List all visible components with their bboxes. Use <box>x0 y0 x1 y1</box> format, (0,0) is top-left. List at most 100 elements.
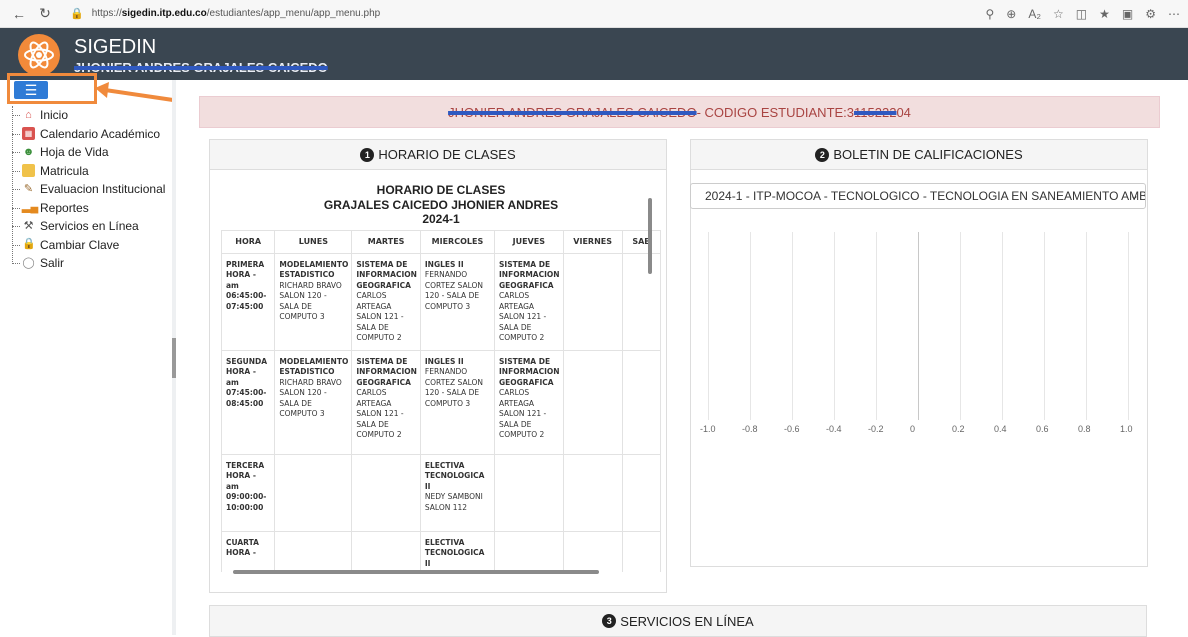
sidebar-item-label: Inicio <box>40 108 69 123</box>
sidebar-item-calendario[interactable]: ▦ Calendario Académico <box>12 125 165 144</box>
sidebar-item-label: Matricula <box>40 163 89 178</box>
hour-cell: PRIMERA HORA - am 06:45:00- 07:45:00 <box>221 252 276 351</box>
course-name: SISTEMA DE INFORMACION GEOGRAFICA <box>499 356 560 387</box>
chart-tick-label: 0 <box>910 424 916 434</box>
course-detail: CARLOS ARTEAGA SALON 121 - SALA DE COMPU… <box>499 388 547 439</box>
exit-icon: ◯ <box>22 256 35 269</box>
course-detail: FERNANDO CORTEZ SALON 120 - SALA DE COMP… <box>424 270 483 311</box>
chart-tick-label: 0.4 <box>994 424 1007 434</box>
schedule-vertical-scrollbar[interactable] <box>647 188 653 566</box>
annotation-highlight <box>7 73 97 104</box>
chart-gridline <box>960 232 961 420</box>
sidebar-item-matricula[interactable]: Matricula <box>12 162 165 181</box>
course-name: ELECTIVA TECNOLOGICA II <box>424 537 485 568</box>
scrollbar-thumb[interactable] <box>648 198 652 274</box>
course-detail: CARLOS ARTEAGA SALON 121 - SALA DE COMPU… <box>499 291 547 342</box>
chart-gridline <box>708 232 709 420</box>
course-detail: NEDY SAMBONI SALON 112 <box>424 492 483 512</box>
class-cell: INGLES II FERNANDO CORTEZ SALON 120 - SAL… <box>419 349 496 455</box>
back-icon[interactable]: ← <box>8 4 30 24</box>
more-icon[interactable]: ⋯ <box>1168 7 1180 21</box>
period-select[interactable]: 2024-1 - ITP-MOCOA - TECNOLOGICO - TECNO… <box>690 183 1146 209</box>
table-row: TERCERA HORA - am 09:00:00- 10:00:00 ELE… <box>221 453 661 532</box>
chart-gridline <box>1044 232 1045 420</box>
sidebar-item-label: Calendario Académico <box>40 126 161 141</box>
sidebar-item-hoja-de-vida[interactable]: ☻ Hoja de Vida <box>12 143 165 162</box>
class-cell <box>494 530 564 572</box>
home-icon: ⌂ <box>25 108 32 121</box>
course-detail: FERNANDO CORTEZ SALON 120 - SALA DE COMP… <box>424 367 483 408</box>
course-name: SISTEMA DE INFORMACION GEOGRAFICA <box>356 356 417 387</box>
read-aloud-icon[interactable]: A₂ <box>1028 7 1041 21</box>
schedule-scroll-area[interactable]: HORARIO DE CLASES GRAJALES CAICEDO JHONI… <box>221 172 661 572</box>
lock-icon: 🔒 <box>70 8 84 20</box>
atom-logo-icon <box>18 34 60 76</box>
chart-tick-label: 0.8 <box>1078 424 1091 434</box>
sidebar-item-reportes[interactable]: ▂▄ Reportes <box>12 199 165 218</box>
address-bar[interactable]: 🔒 https://sigedin.itp.edu.co/estudiantes… <box>70 4 985 24</box>
sidebar-item-inicio[interactable]: ⌂ Inicio <box>12 106 165 125</box>
class-cell: MODELAMIENTO ESTADISTICO RICHARD BRAVO SA… <box>274 349 353 455</box>
banner-code-visible: 3 <box>846 104 855 120</box>
refresh-icon[interactable]: ↻ <box>34 4 56 24</box>
course-detail: RICHARD BRAVO SALON 120 - SALA DE COMPUT… <box>279 280 342 322</box>
class-cell <box>351 530 421 572</box>
grades-chart: -1.0 -0.8 -0.6 -0.4 -0.2 0 0.2 0.4 0.6 0.8 1.0 <box>700 228 1140 443</box>
column-header: SAB <box>621 229 661 254</box>
zoom-icon[interactable]: ⊕ <box>1006 7 1016 21</box>
hour-cell: SEGUNDA HORA - am 07:45:00- 08:45:00 <box>221 349 276 455</box>
chevron-down-icon: ⌄ <box>1129 190 1139 202</box>
sidebar-item-cambiar-clave[interactable]: 🔒 Cambiar Clave <box>12 236 165 255</box>
chart-tick-label: 0.2 <box>952 424 965 434</box>
table-row: SEGUNDA HORA - am 07:45:00- 08:45:00 MOD… <box>221 349 661 455</box>
class-cell: SISTEMA DE INFORMACION GEOGRAFICA CARLOS … <box>494 252 564 351</box>
collections-icon[interactable]: ▣ <box>1122 7 1133 21</box>
sidebar-item-label: Evaluacion Institucional <box>40 182 166 197</box>
chart-gridline <box>1128 232 1129 420</box>
schedule-title: HORARIO DE CLASES GRAJALES CAICEDO JHONI… <box>221 172 661 227</box>
favorites-bar-icon[interactable]: ★ <box>1099 7 1110 21</box>
class-cell: SISTEMA DE INFORMACION GEOGRAFICA CARLOS … <box>351 349 421 455</box>
extensions-icon[interactable]: ⚙ <box>1145 7 1156 21</box>
sidebar-item-label: Servicios en Línea <box>40 219 139 234</box>
services-panel-header: 3 SERVICIOS EN LÍNEA <box>209 605 1147 637</box>
folder-icon <box>22 164 35 178</box>
course-name: INGLES II <box>424 259 464 269</box>
favorite-icon[interactable]: ☆ <box>1053 7 1064 21</box>
chart-gridline <box>918 232 919 420</box>
column-header: HORA <box>221 229 276 254</box>
pencil-icon: ✎ <box>23 182 34 195</box>
course-name: INGLES II <box>424 356 464 366</box>
class-cell <box>494 453 564 532</box>
course-name: MODELAMIENTO ESTADISTICO <box>279 356 349 377</box>
annotation-arrow-icon <box>95 82 174 102</box>
schedule-horizontal-scrollbar[interactable] <box>233 570 599 574</box>
column-header: LUNES <box>274 229 353 254</box>
search-icon[interactable]: ⚲ <box>985 7 994 21</box>
chart-tick-label: -0.4 <box>826 424 842 434</box>
banner-code-tail: 04 <box>896 104 911 120</box>
course-name: ELECTIVA TECNOLOGICA II <box>424 460 485 491</box>
class-cell: SISTEMA DE INFORMACION GEOGRAFICA CARLOS … <box>494 349 564 455</box>
user-name: JHONIER ANDRES GRAJALES CAICEDO <box>74 60 328 75</box>
schedule-title-line2: GRAJALES CAICEDO JHONIER ANDRES <box>323 197 559 212</box>
sidebar-item-salir[interactable]: ◯ Salir <box>12 254 165 273</box>
sidebar-item-evaluacion[interactable]: ✎ Evaluacion Institucional <box>12 180 165 199</box>
chart-gridline <box>792 232 793 420</box>
chart-gridline <box>876 232 877 420</box>
split-screen-icon[interactable]: ◫ <box>1076 7 1087 21</box>
schedule-title-line1: HORARIO DE CLASES <box>376 183 506 197</box>
services-panel-title: SERVICIOS EN LÍNEA <box>620 613 754 629</box>
class-cell <box>274 453 353 532</box>
app-header: SIGEDIN JHONIER ANDRES GRAJALES CAICEDO <box>0 28 1188 80</box>
banner-code-hidden: 115222 <box>854 104 897 120</box>
browser-toolbar: ← ↻ 🔒 https://sigedin.itp.edu.co/estudia… <box>0 0 1188 28</box>
course-name: SISTEMA DE INFORMACION GEOGRAFICA <box>356 259 417 290</box>
schedule-panel-header: 1 HORARIO DE CLASES <box>210 140 666 170</box>
banner-code-label: - CODIGO ESTUDIANTE: <box>696 104 847 120</box>
chart-gridline <box>1002 232 1003 420</box>
chart-tick-label: -1.0 <box>700 424 716 434</box>
sidebar-item-servicios[interactable]: ⚒ Servicios en Línea <box>12 217 165 236</box>
sidebar-item-label: Cambiar Clave <box>40 237 120 252</box>
sidebar-menu: ⌂ Inicio ▦ Calendario Académico ☻ Hoja d… <box>12 106 165 273</box>
